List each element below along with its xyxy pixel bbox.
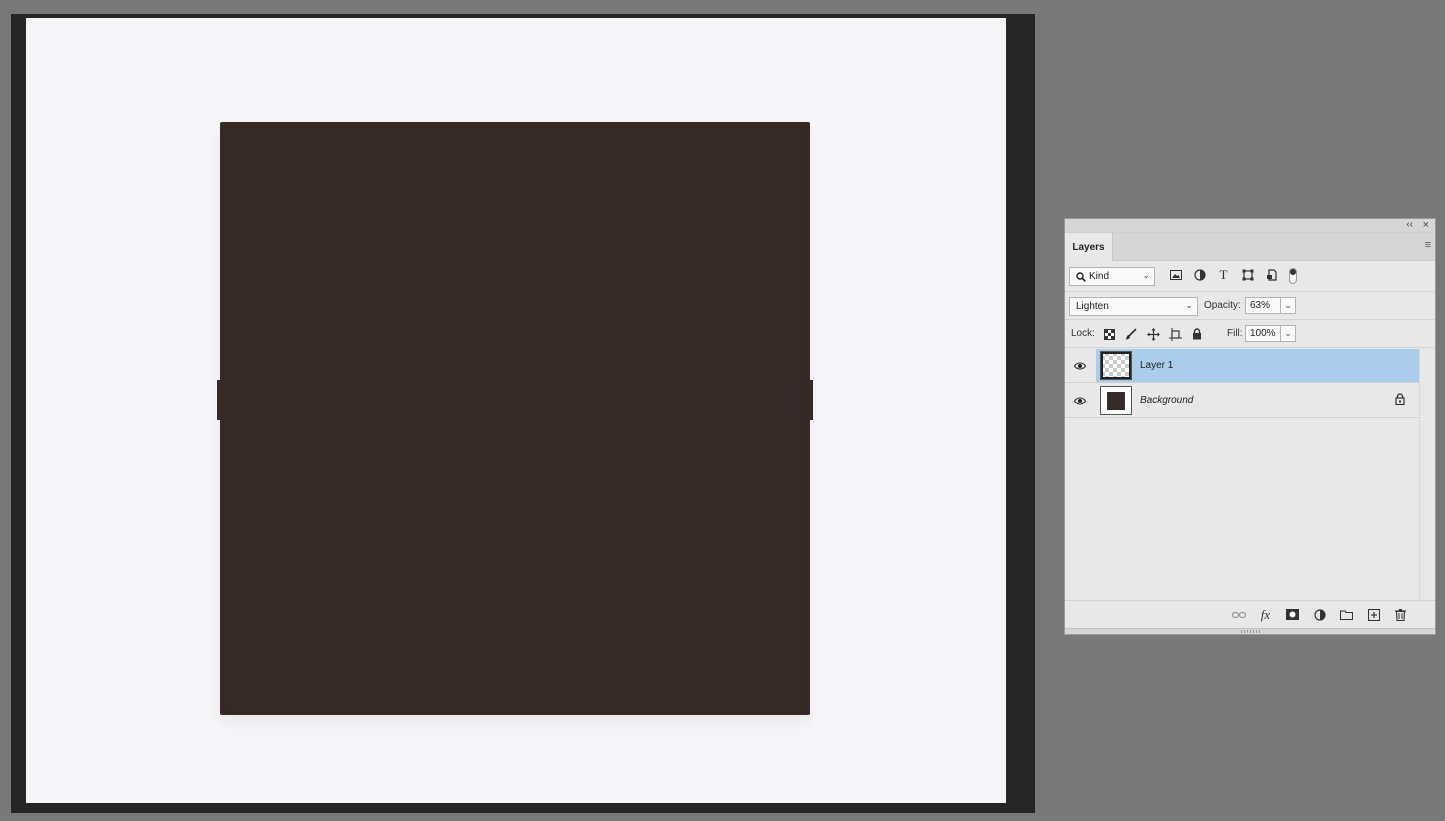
shape-filter-icon[interactable] — [1239, 266, 1256, 283]
smart-object-filter-icon[interactable] — [1263, 266, 1280, 283]
layer-name[interactable]: Layer 1 — [1140, 360, 1173, 371]
tab-layers[interactable]: Layers — [1065, 233, 1113, 261]
new-group-folder-icon[interactable] — [1338, 606, 1355, 623]
lock-all-icon[interactable] — [1189, 326, 1205, 342]
canvas-dark-square — [217, 122, 813, 715]
panel-footer: fx — [1065, 600, 1435, 628]
layer-thumbnail — [1100, 351, 1132, 380]
panel-tab-row: Layers ≡ — [1065, 233, 1435, 261]
layer-thumbnail — [1100, 386, 1132, 415]
panel-title-bar[interactable]: ‹‹ × — [1065, 219, 1435, 233]
document-canvas[interactable] — [26, 18, 1006, 803]
fill-label: Fill: — [1227, 328, 1243, 339]
blend-mode-value: Lighten — [1076, 301, 1109, 312]
lock-image-pixels-icon[interactable] — [1123, 326, 1139, 342]
panel-menu-icon[interactable]: ≡ — [1425, 240, 1431, 251]
layer-body[interactable]: Background — [1096, 384, 1419, 417]
filter-row: Kind ⌄ T — [1065, 261, 1435, 292]
opacity-label: Opacity: — [1204, 300, 1241, 311]
chevron-down-icon: ⌄ — [1142, 270, 1150, 280]
fill-dropdown-button[interactable]: ⌄ — [1280, 325, 1296, 342]
layer-name[interactable]: Background — [1140, 395, 1193, 406]
lock-label: Lock: — [1071, 328, 1095, 339]
layer-row-background[interactable]: Background — [1065, 384, 1419, 418]
link-layers-icon[interactable] — [1230, 606, 1247, 623]
lock-row: Lock: Fill: 100% ⌄ — [1065, 320, 1435, 348]
image-filter-icon[interactable] — [1167, 266, 1184, 283]
layer-body[interactable]: Layer 1 — [1096, 349, 1419, 382]
collapse-panel-icon[interactable]: ‹‹ — [1406, 219, 1413, 230]
adjustment-filter-icon[interactable] — [1191, 266, 1208, 283]
layer-row-layer-1[interactable]: Layer 1 — [1065, 349, 1419, 383]
chevron-down-icon: ⌄ — [1185, 300, 1193, 310]
new-layer-icon[interactable] — [1365, 606, 1382, 623]
close-panel-icon[interactable]: × — [1423, 219, 1429, 231]
opacity-input[interactable]: 63% — [1245, 297, 1281, 314]
lock-position-icon[interactable] — [1145, 326, 1161, 342]
document-window — [11, 14, 1035, 813]
layers-scrollbar[interactable] — [1419, 348, 1435, 601]
layers-panel: ‹‹ × Layers ≡ Kind ⌄ T Lighten ⌄ Opacity… — [1064, 218, 1436, 635]
delete-layer-icon[interactable] — [1392, 606, 1409, 623]
footer-icons: fx — [1230, 606, 1409, 623]
blend-mode-select[interactable]: Lighten ⌄ — [1069, 297, 1198, 316]
layers-list: Layer 1 Background — [1065, 348, 1435, 601]
filter-kind-select[interactable]: Kind ⌄ — [1069, 267, 1155, 286]
search-icon — [1076, 271, 1086, 282]
lock-artboard-icon[interactable] — [1167, 326, 1183, 342]
add-mask-icon[interactable] — [1284, 606, 1301, 623]
fill-input[interactable]: 100% — [1245, 325, 1281, 342]
opacity-dropdown-button[interactable]: ⌄ — [1280, 297, 1296, 314]
filter-toggle-switch[interactable] — [1289, 268, 1297, 284]
fx-icon[interactable]: fx — [1257, 606, 1274, 623]
visibility-eye-icon[interactable] — [1065, 349, 1095, 383]
new-adjustment-layer-icon[interactable] — [1311, 606, 1328, 623]
filter-icons: T — [1167, 266, 1280, 283]
lock-icons — [1101, 326, 1205, 342]
lock-transparent-pixels-icon[interactable] — [1101, 326, 1117, 342]
type-filter-icon[interactable]: T — [1215, 266, 1232, 283]
blend-row: Lighten ⌄ Opacity: 63% ⌄ — [1065, 292, 1435, 320]
panel-resize-grip[interactable] — [1065, 628, 1435, 634]
layer-lock-icon[interactable] — [1395, 393, 1405, 405]
visibility-eye-icon[interactable] — [1065, 384, 1095, 418]
filter-kind-label: Kind — [1089, 271, 1110, 282]
